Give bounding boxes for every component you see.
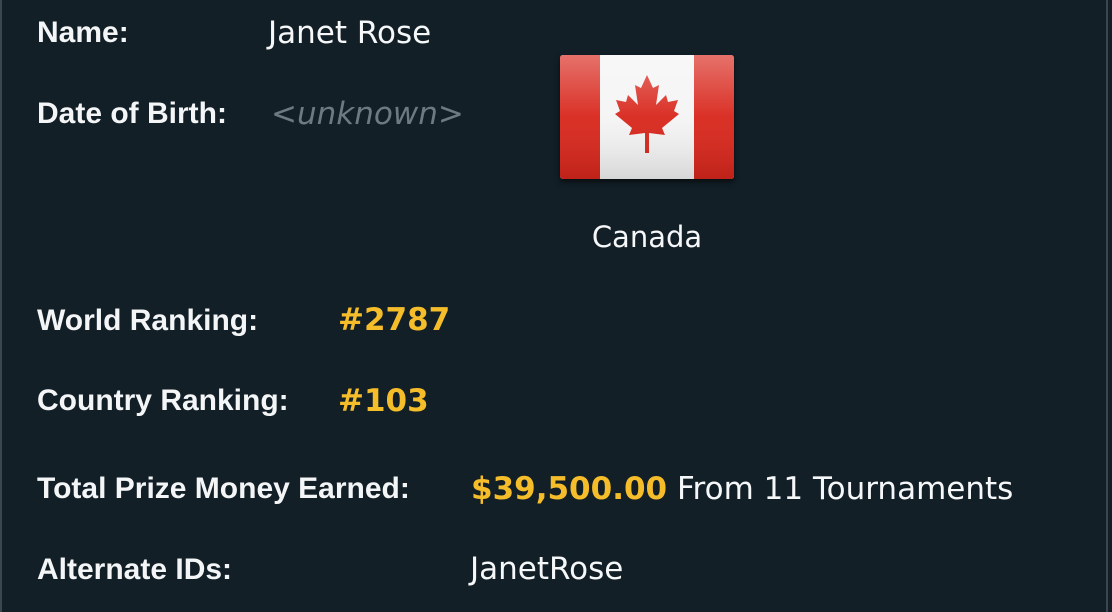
world-ranking-label: World Ranking: [37,304,259,337]
country-ranking-label: Country Ranking: [37,384,289,417]
dob-label: Date of Birth: [37,97,227,130]
prize-money-value: $39,500.00 [471,471,668,507]
prize-money-suffix: From 11 Tournaments [676,471,1014,507]
name-value: Janet Rose [268,15,432,51]
alternate-ids-label: Alternate IDs: [37,553,233,586]
world-ranking-value: #2787 [338,302,451,338]
prize-money-label: Total Prize Money Earned: [37,472,410,505]
alternate-ids-value: JanetRose [470,551,624,587]
country-ranking-value: #103 [338,383,429,419]
prize-money-row: $39,500.00 From 11 Tournaments [471,471,1013,507]
country-name: Canada [591,220,703,254]
canada-flag-icon [560,55,734,179]
dob-value: <unknown> [271,96,464,132]
name-label: Name: [37,16,129,49]
